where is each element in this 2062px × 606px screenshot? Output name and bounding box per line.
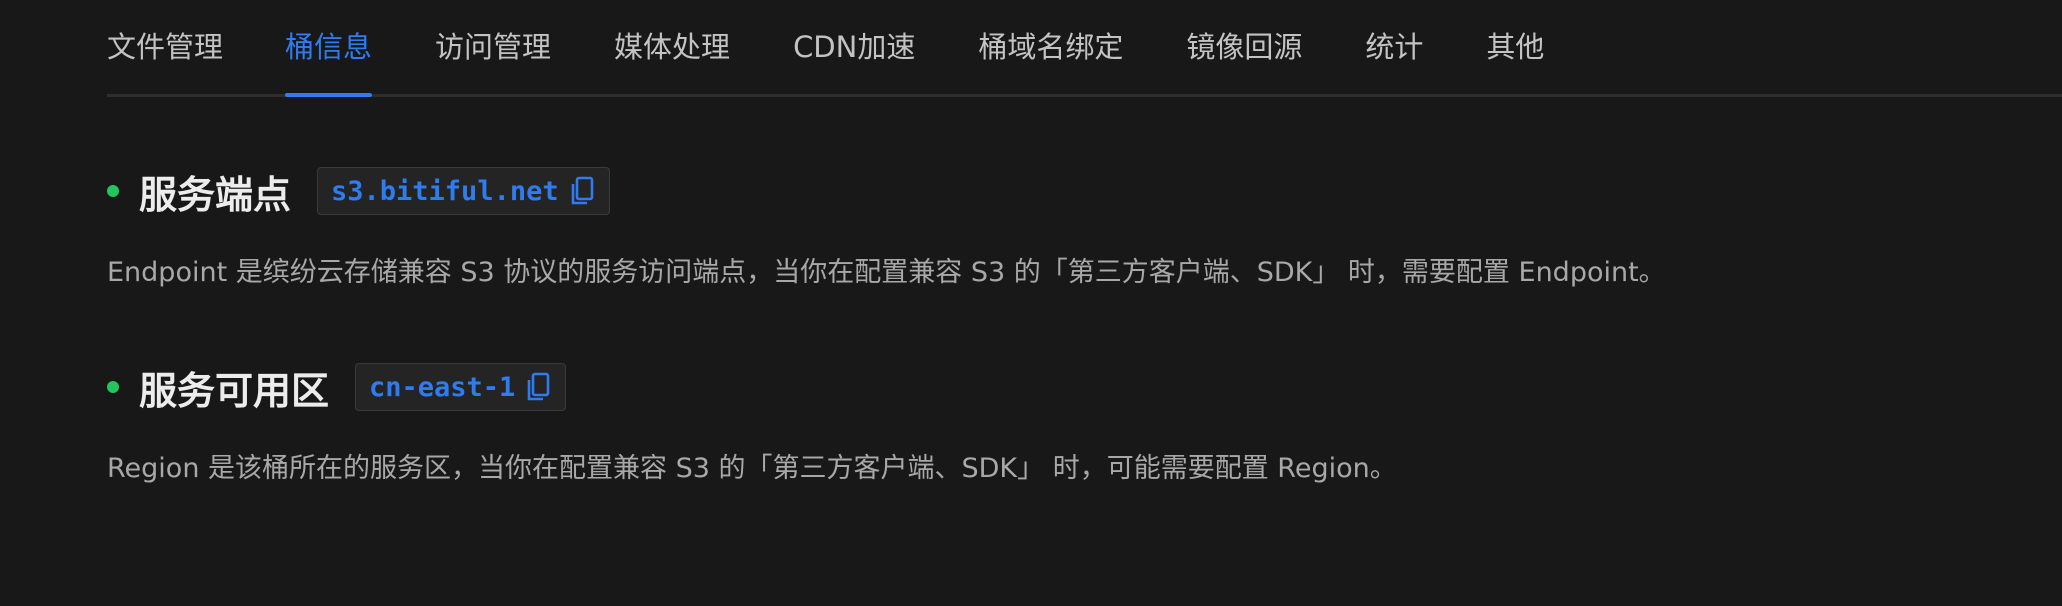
region-header: 服务可用区 cn-east-1 — [107, 361, 2007, 413]
tab-mirror-origin[interactable]: 镜像回源 — [1186, 0, 1302, 94]
tab-file-management[interactable]: 文件管理 — [107, 0, 223, 94]
region-title: 服务可用区 — [139, 368, 330, 413]
tab-bucket-domain-binding[interactable]: 桶域名绑定 — [978, 0, 1123, 94]
region-description: Region 是该桶所在的服务区，当你在配置兼容 S3 的「第三方客户端、SDK… — [107, 453, 1397, 484]
tab-other[interactable]: 其他 — [1486, 0, 1544, 94]
region-value-chip: cn-east-1 — [355, 363, 567, 411]
endpoint-description: Endpoint 是缤纷云存储兼容 S3 协议的服务访问端点，当你在配置兼容 S… — [107, 257, 1666, 288]
tab-media-processing[interactable]: 媒体处理 — [614, 0, 730, 94]
copy-icon[interactable] — [525, 372, 551, 402]
endpoint-title: 服务端点 — [139, 172, 292, 217]
endpoint-section: 服务端点 s3.bitiful.net Endpoint 是缤纷云存储兼容 S3… — [107, 165, 2007, 289]
endpoint-value: s3.bitiful.net — [331, 175, 559, 207]
endpoint-header: 服务端点 s3.bitiful.net — [107, 165, 2007, 217]
status-dot-icon — [107, 185, 119, 197]
tab-bar: 文件管理 桶信息 访问管理 媒体处理 CDN加速 桶域名绑定 镜像回源 统计 其… — [107, 0, 2062, 97]
tab-cdn-acceleration[interactable]: CDN加速 — [793, 0, 915, 94]
region-section: 服务可用区 cn-east-1 Region 是该桶所在的服务区，当你在配置兼容… — [107, 361, 2007, 485]
tab-access-management[interactable]: 访问管理 — [435, 0, 551, 94]
bucket-info-page: 文件管理 桶信息 访问管理 媒体处理 CDN加速 桶域名绑定 镜像回源 统计 其… — [0, 0, 2062, 606]
endpoint-value-chip: s3.bitiful.net — [317, 167, 610, 215]
tab-statistics[interactable]: 统计 — [1365, 0, 1423, 94]
tab-bucket-info[interactable]: 桶信息 — [285, 0, 373, 97]
copy-icon[interactable] — [569, 176, 595, 206]
region-value: cn-east-1 — [369, 371, 516, 403]
status-dot-icon — [107, 381, 119, 393]
